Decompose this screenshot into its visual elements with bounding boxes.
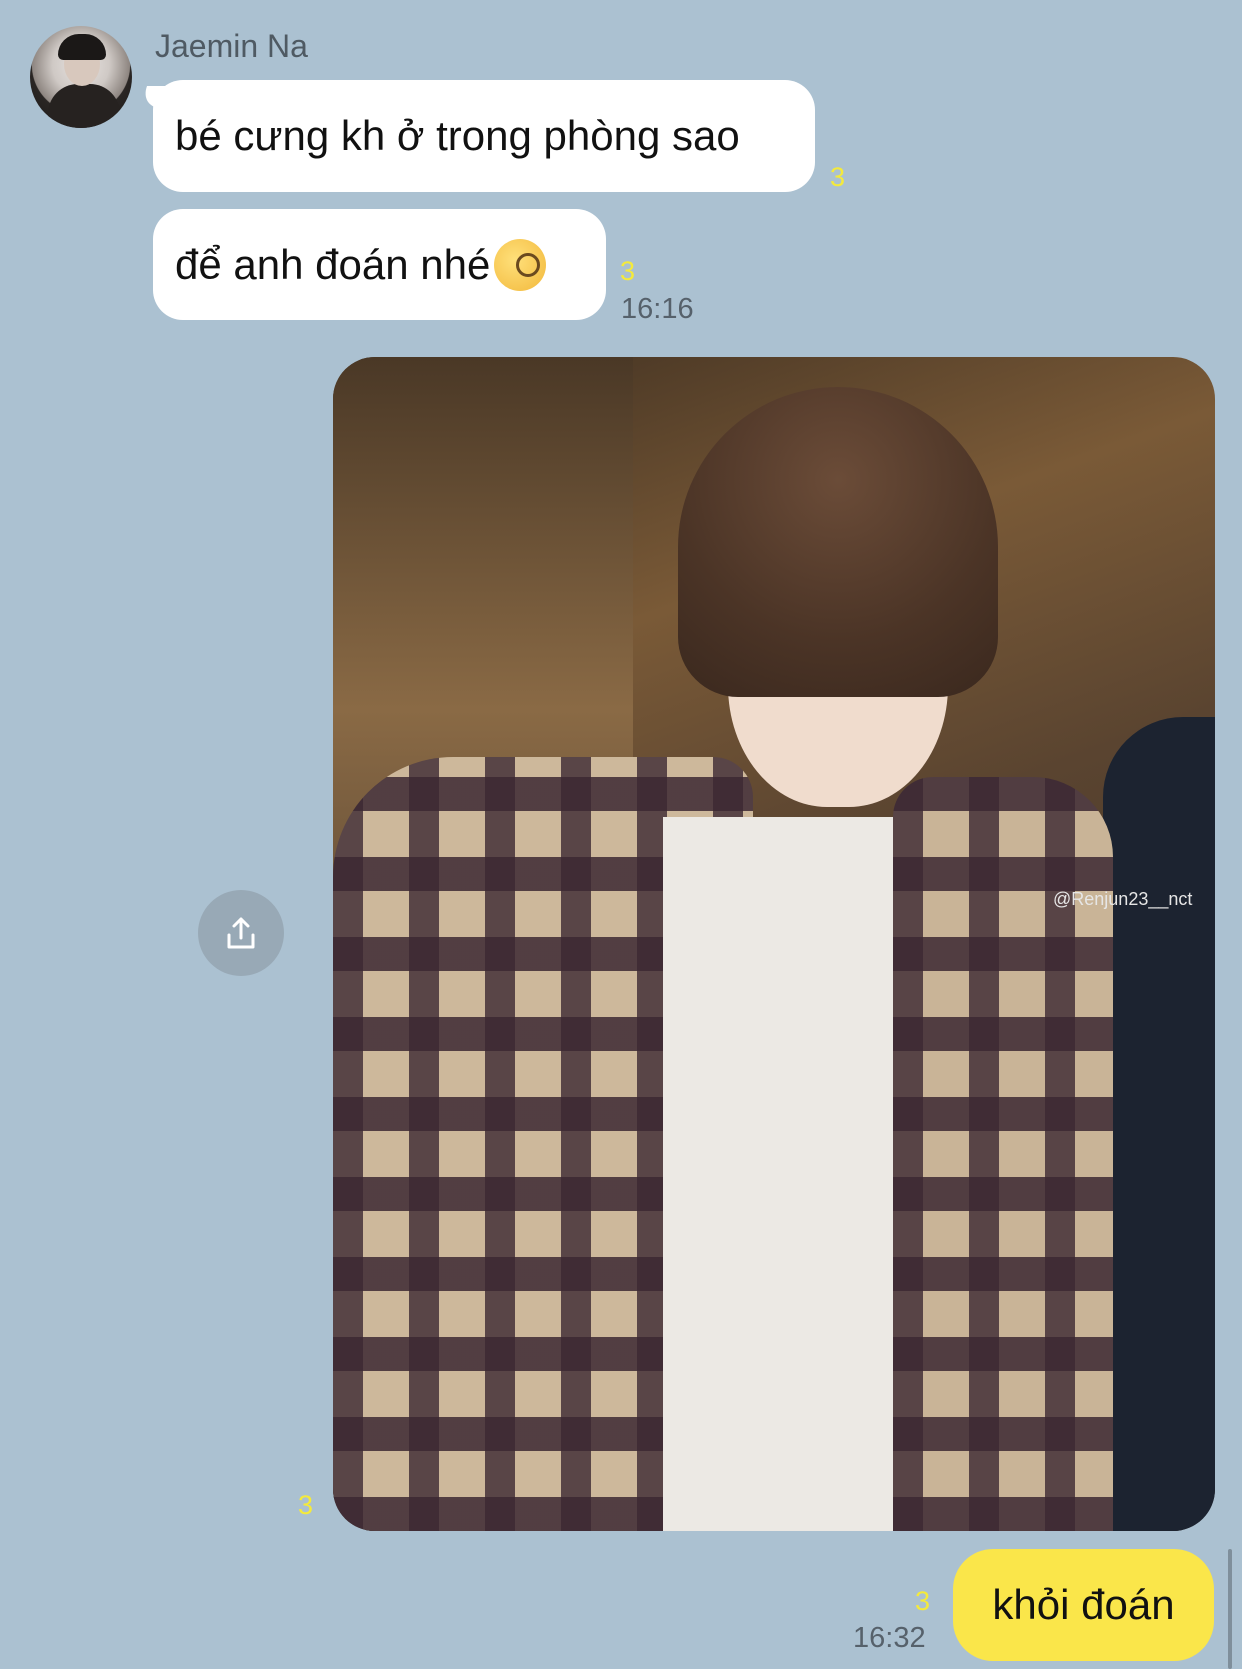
message-text: bé cưng kh ở trong phòng sao: [175, 112, 740, 159]
avatar-body: [48, 84, 120, 128]
sender-name: Jaemin Na: [155, 28, 308, 64]
photo-person-right: [1103, 717, 1215, 1531]
share-button[interactable]: [198, 890, 284, 976]
outgoing-message-bubble[interactable]: khỏi đoán: [953, 1549, 1214, 1661]
sender-avatar[interactable]: [30, 26, 132, 128]
message-timestamp: 16:32: [853, 1622, 926, 1654]
photo-watermark: @Renjun23__nct: [1053, 889, 1193, 909]
message-text: để anh đoán nhé: [175, 240, 491, 288]
unread-count: 3: [298, 1490, 314, 1520]
unread-count: 3: [915, 1586, 931, 1616]
shared-photo[interactable]: @Renjun23__nct: [333, 357, 1215, 1531]
photo-shirt: [663, 817, 903, 1531]
scrollbar[interactable]: [1228, 1549, 1232, 1669]
message-text: khỏi đoán: [992, 1581, 1175, 1628]
incoming-message-bubble[interactable]: bé cưng kh ở trong phòng sao: [153, 80, 815, 192]
share-icon: [227, 917, 255, 949]
monocle-face-emoji-icon: [494, 238, 547, 291]
photo-hair: [678, 387, 998, 697]
unread-count: 3: [830, 162, 846, 192]
avatar-hair: [58, 34, 106, 60]
message-timestamp: 16:16: [621, 293, 694, 325]
unread-count: 3: [620, 256, 636, 286]
incoming-message-bubble[interactable]: để anh đoán nhé: [153, 209, 606, 320]
